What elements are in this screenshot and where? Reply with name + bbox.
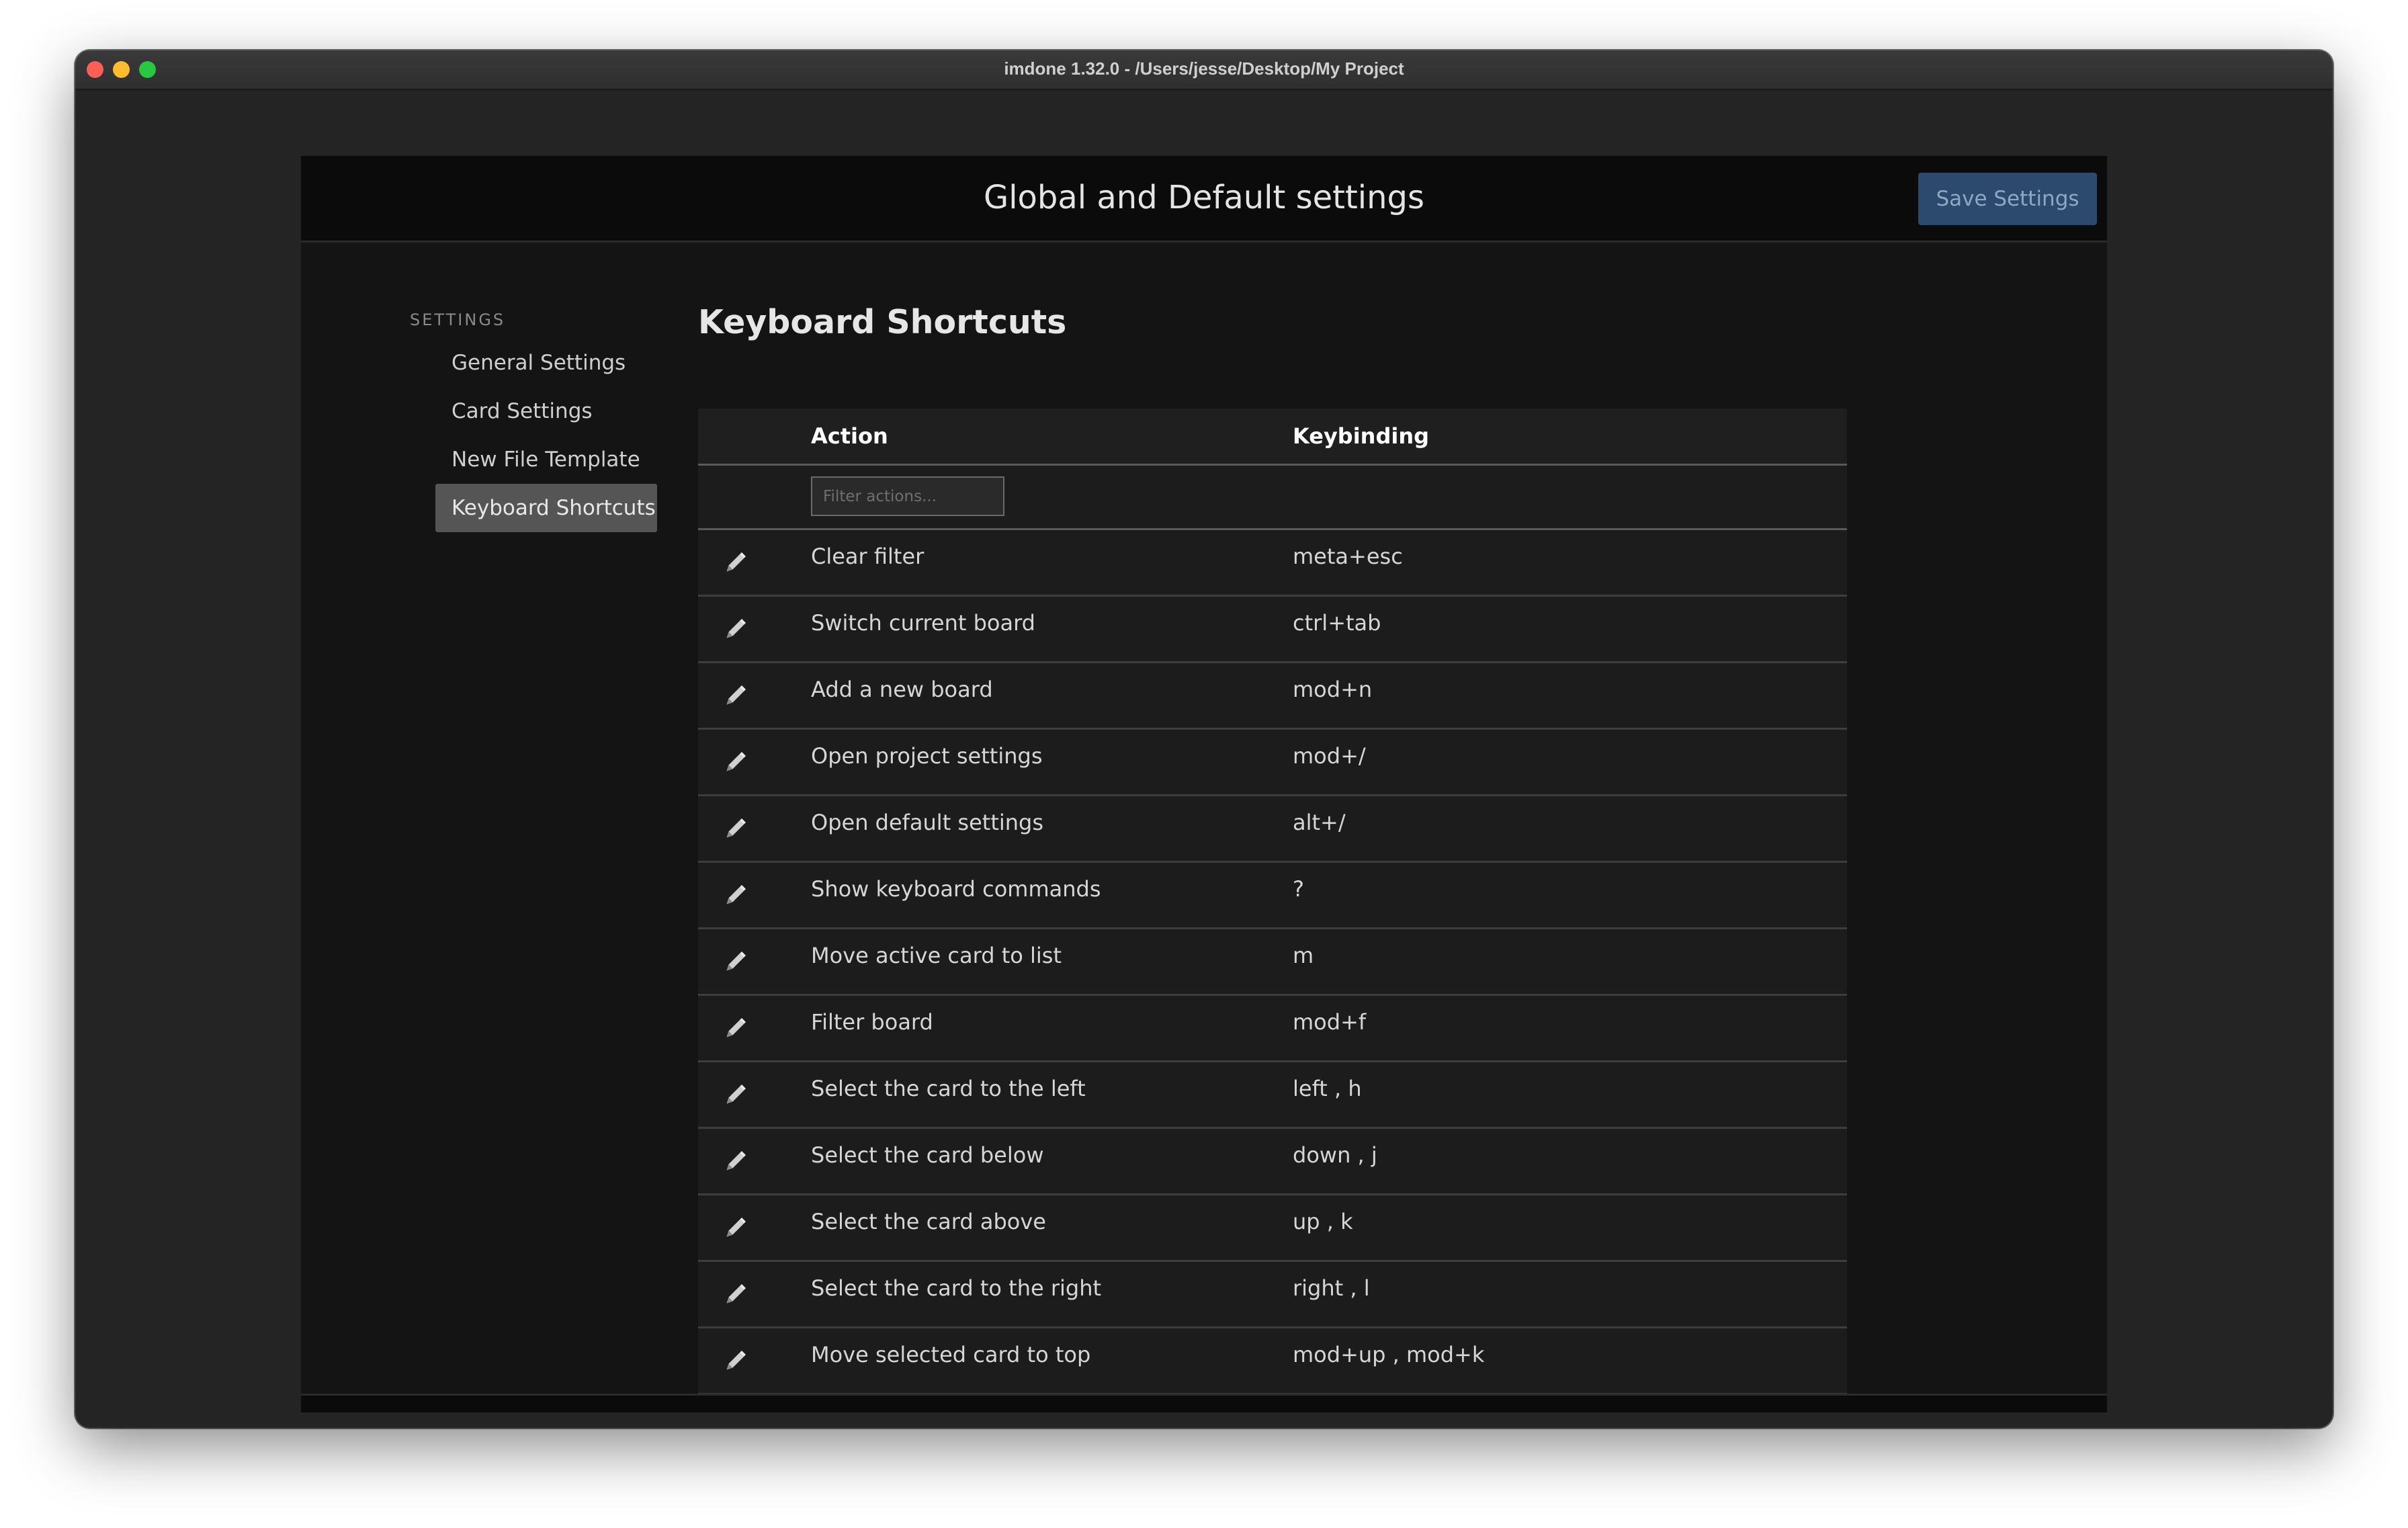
action-cell: Select the card above [811, 1209, 1046, 1234]
modal-header: Global and Default settings Save Setting… [301, 156, 2107, 243]
keybinding-cell: left , h [1293, 1076, 1362, 1101]
pencil-icon[interactable] [724, 683, 748, 708]
keybinding-cell: right , l [1293, 1275, 1370, 1301]
pencil-icon[interactable] [724, 883, 748, 907]
keybinding-cell: mod+up , mod+k [1293, 1342, 1485, 1367]
pencil-icon[interactable] [724, 1216, 748, 1240]
table-row: Move active card to list m [698, 929, 1847, 996]
sidebar-heading: SETTINGS [410, 310, 506, 329]
action-cell: Select the card to the right [811, 1275, 1102, 1301]
table-row: Switch current board ctrl+tab [698, 597, 1847, 663]
keybinding-cell: down , j [1293, 1142, 1377, 1168]
pencil-icon[interactable] [724, 750, 748, 774]
keybinding-cell: alt+/ [1293, 810, 1346, 835]
action-cell: Add a new board [811, 677, 993, 702]
column-header-keybinding[interactable]: Keybinding [1293, 423, 1429, 449]
pencil-icon[interactable] [724, 1349, 748, 1373]
filter-actions-input[interactable] [811, 476, 1004, 516]
filter-row [698, 466, 1847, 530]
pencil-icon[interactable] [724, 1083, 748, 1107]
title-bar[interactable]: imdone 1.32.0 - /Users/jesse/Desktop/My … [75, 50, 2333, 90]
action-cell: Filter board [811, 1009, 933, 1035]
table-row: Open default settings alt+/ [698, 796, 1847, 863]
action-cell: Open default settings [811, 810, 1044, 835]
action-cell: Move selected card to top [811, 1342, 1091, 1367]
table-row: Select the card to the right right , l [698, 1262, 1847, 1328]
table-row: Filter board mod+f [698, 996, 1847, 1062]
action-cell: Open project settings [811, 743, 1043, 769]
pencil-icon[interactable] [724, 1149, 748, 1173]
pencil-icon[interactable] [724, 949, 748, 974]
sidebar-item-keyboard-shortcuts[interactable]: Keyboard Shortcuts [435, 484, 657, 532]
action-cell: Select the card below [811, 1142, 1044, 1168]
keybinding-cell: m [1293, 943, 1314, 968]
sidebar-item-general-settings[interactable]: General Settings [435, 339, 657, 387]
sidebar-item-card-settings[interactable]: Card Settings [435, 387, 657, 435]
keybinding-cell: ? [1293, 876, 1304, 902]
keybinding-cell: up , k [1293, 1209, 1353, 1234]
modal-title: Global and Default settings [984, 179, 1424, 216]
modal-body: SETTINGS General Settings Card Settings … [301, 243, 2107, 1395]
table-row: Select the card below down , j [698, 1129, 1847, 1195]
table-row: Open project settings mod+/ [698, 730, 1847, 796]
pencil-icon[interactable] [724, 1016, 748, 1040]
pencil-icon[interactable] [724, 550, 748, 575]
modal-footer [301, 1394, 2107, 1412]
app-window: imdone 1.32.0 - /Users/jesse/Desktop/My … [75, 50, 2333, 1428]
action-cell: Select the card to the left [811, 1076, 1086, 1101]
table-row: Clear filter meta+esc [698, 530, 1847, 597]
table-body: Clear filter meta+esc Switch current board… [698, 530, 1847, 1395]
section-title: Keyboard Shortcuts [698, 303, 1067, 341]
pencil-icon[interactable] [724, 816, 748, 841]
settings-modal: Global and Default settings Save Setting… [301, 156, 2107, 1412]
save-settings-button[interactable]: Save Settings [1918, 173, 2097, 225]
shortcuts-table: Action Keybinding Clear filter meta+esc Sw… [698, 409, 1847, 1395]
action-cell: Switch current board [811, 610, 1035, 636]
pencil-icon[interactable] [724, 617, 748, 641]
table-row: Select the card to the left left , h [698, 1062, 1847, 1129]
table-row: Move selected card to top mod+up , mod+k [698, 1328, 1847, 1395]
action-cell: Move active card to list [811, 943, 1062, 968]
action-cell: Show keyboard commands [811, 876, 1101, 902]
keybinding-cell: mod+n [1293, 677, 1373, 702]
table-row: Show keyboard commands? [698, 863, 1847, 929]
keybinding-cell: mod+f [1293, 1009, 1367, 1035]
table-row: Select the card above up , k [698, 1195, 1847, 1262]
keybinding-cell: mod+/ [1293, 743, 1366, 769]
pencil-icon[interactable] [724, 1282, 748, 1306]
table-header: Action Keybinding [698, 409, 1847, 466]
action-cell: Clear filter [811, 544, 924, 569]
table-row: Add a new board mod+n [698, 663, 1847, 730]
column-header-action[interactable]: Action [811, 423, 888, 449]
keybinding-cell: meta+esc [1293, 544, 1403, 569]
window-title: imdone 1.32.0 - /Users/jesse/Desktop/My … [1004, 58, 1404, 79]
sidebar-item-new-file-template[interactable]: New File Template [435, 435, 657, 484]
keybinding-cell: ctrl+tab [1293, 610, 1381, 636]
